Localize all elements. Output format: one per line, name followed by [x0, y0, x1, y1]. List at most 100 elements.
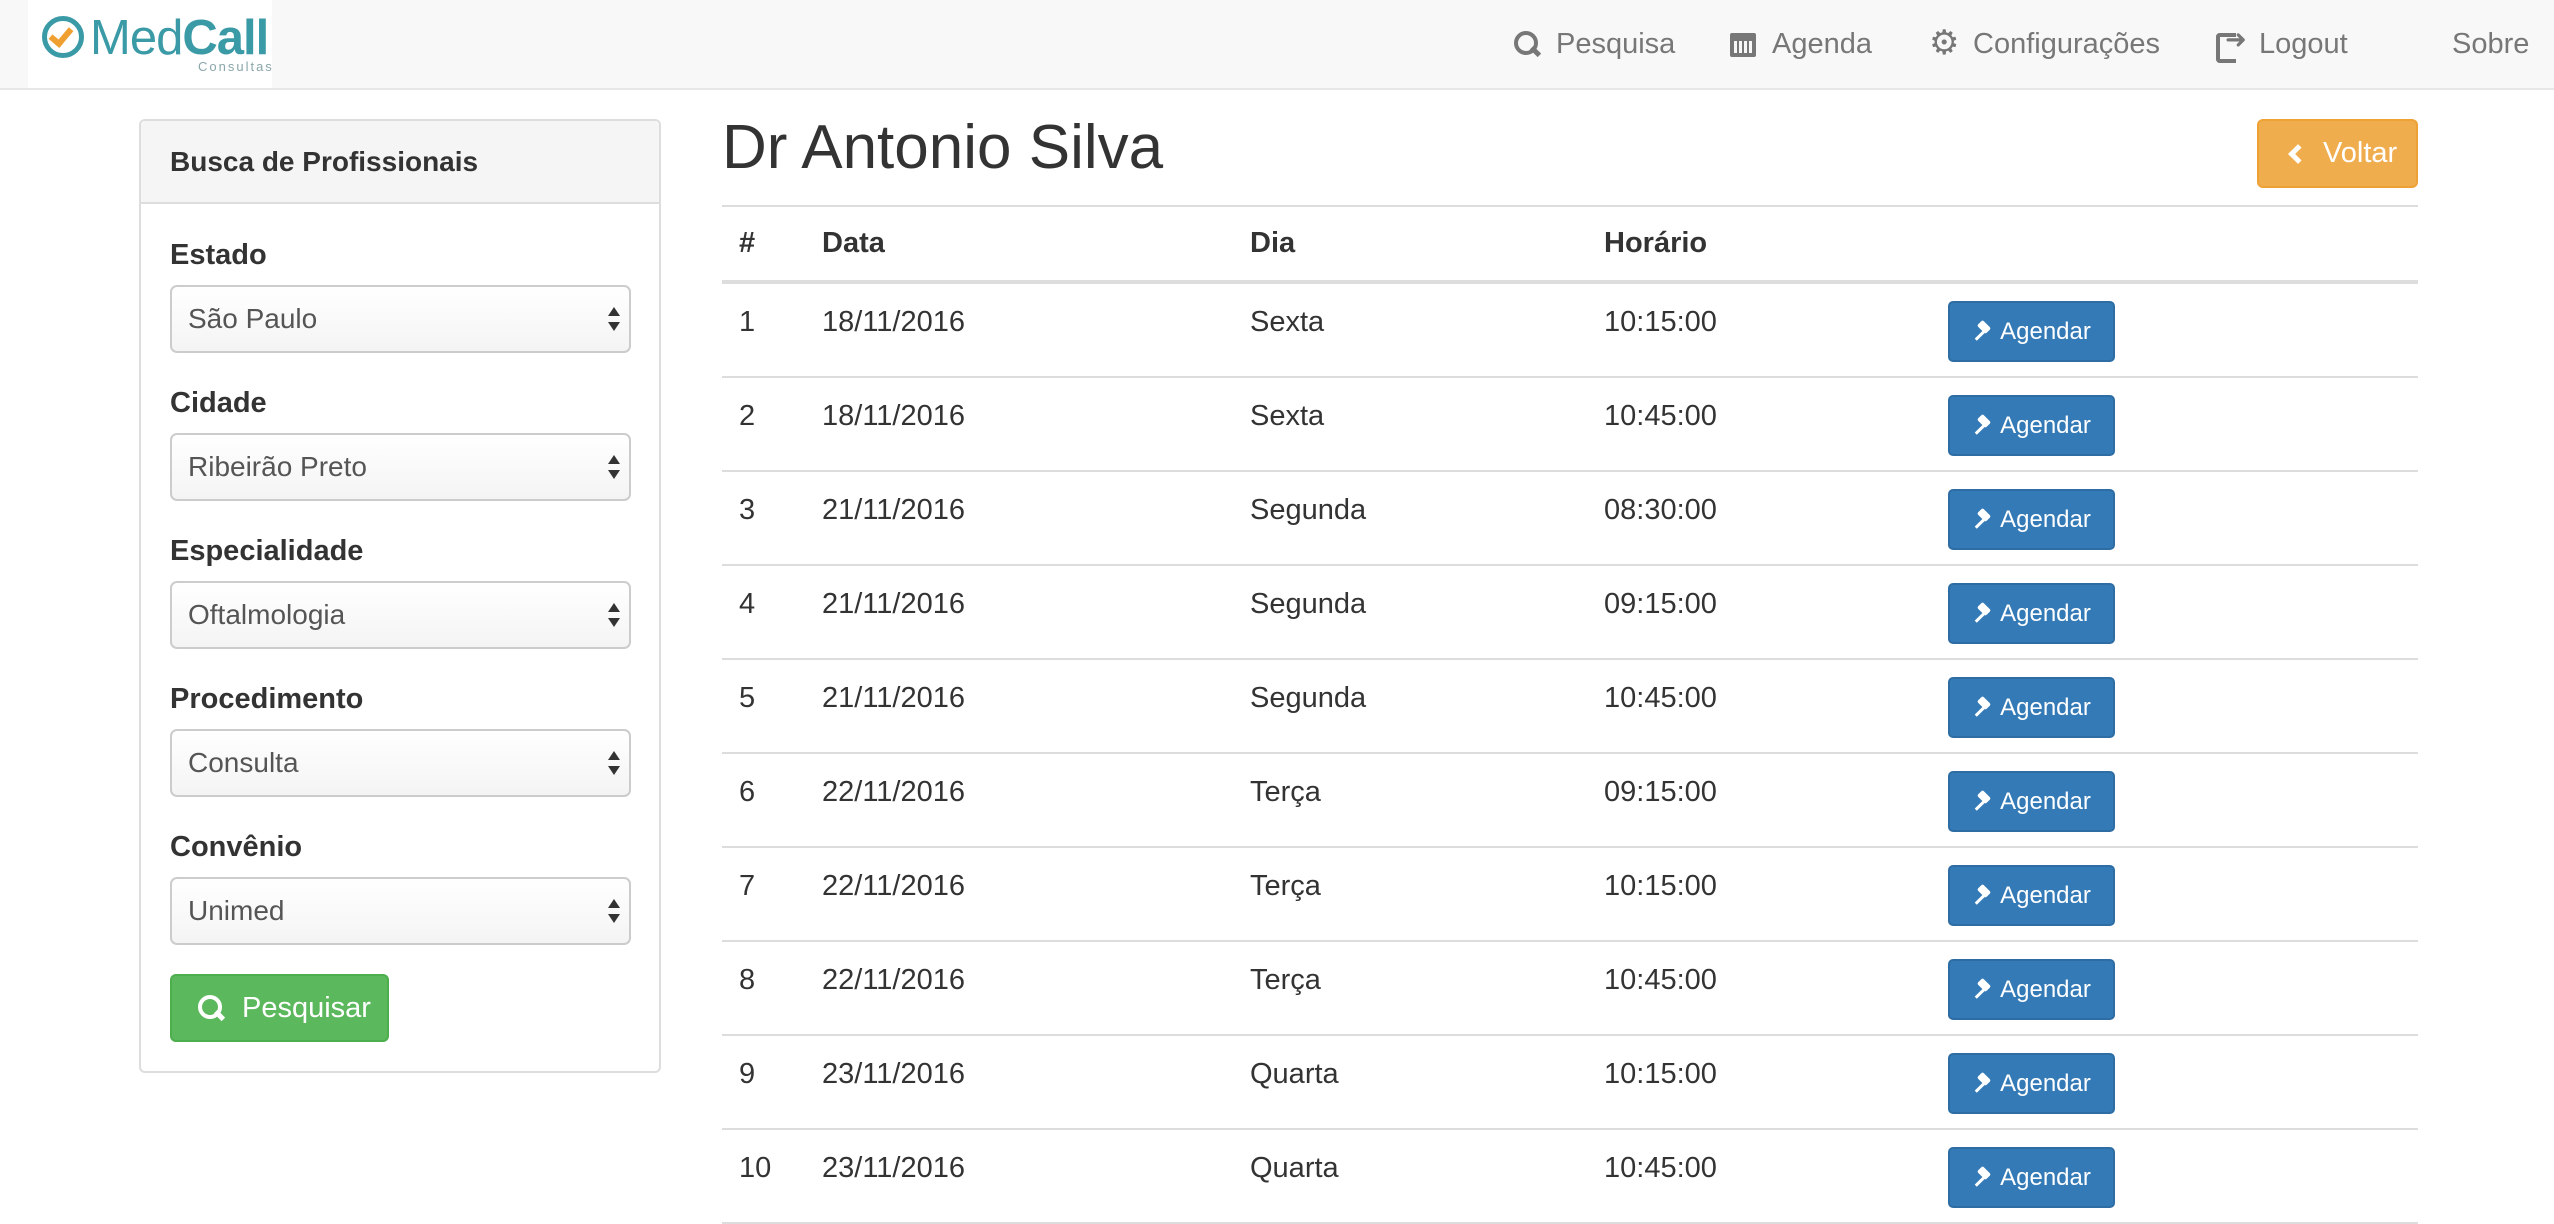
especialidade-select[interactable]: Oftalmologia [170, 581, 631, 649]
procedimento-select[interactable]: Consulta [170, 729, 631, 797]
row-time: 10:45:00 [1604, 1152, 1717, 1184]
convenio-label: Convênio [170, 831, 303, 863]
agendar-button-label: Agendar [2000, 693, 2091, 721]
table-row: 4 21/11/2016 Segunda 09:15:00 Agendar [722, 566, 2418, 660]
search-panel: Busca de Profissionais Estado São Paulo … [139, 119, 661, 1073]
info-icon [2408, 29, 2438, 59]
agendar-button[interactable]: Agendar [1948, 489, 2115, 550]
row-weekday: Segunda [1250, 588, 1367, 620]
nav-item-agenda[interactable]: Agenda [1728, 0, 1872, 88]
agendar-button-label: Agendar [2000, 787, 2091, 815]
cidade-label: Cidade [170, 387, 267, 419]
row-time: 10:45:00 [1604, 400, 1717, 432]
brand-subtitle: Consultas [198, 59, 274, 74]
table-row: 7 22/11/2016 Terça 10:15:00 Agendar [722, 848, 2418, 942]
table-row: 6 22/11/2016 Terça 09:15:00 Agendar [722, 754, 2418, 848]
column-header-data: Data [822, 227, 885, 259]
row-number: 6 [739, 776, 756, 808]
row-time: 10:15:00 [1604, 306, 1717, 338]
voltar-button-label: Voltar [2323, 137, 2398, 169]
nav-item-sobre[interactable]: Sobre [2408, 0, 2529, 88]
column-header-dia: Dia [1250, 227, 1296, 259]
especialidade-select-value: Oftalmologia [188, 599, 346, 630]
cidade-select[interactable]: Ribeirão Preto [170, 433, 631, 501]
agendar-button[interactable]: Agendar [1948, 301, 2115, 362]
estado-select[interactable]: São Paulo [170, 285, 631, 353]
logout-icon [2215, 25, 2247, 63]
top-navbar: MedCall Consultas Pesquisa Agenda Config… [0, 0, 2554, 90]
select-arrows-icon [607, 899, 621, 927]
row-date: 21/11/2016 [822, 588, 965, 620]
nav-item-label: Sobre [2452, 27, 2530, 60]
table-row: 3 21/11/2016 Segunda 08:30:00 Agendar [722, 472, 2418, 566]
brand-name: MedCall [90, 10, 269, 66]
agendar-button[interactable]: Agendar [1948, 677, 2115, 738]
agendar-button-label: Agendar [2000, 975, 2091, 1003]
row-date: 22/11/2016 [822, 870, 965, 902]
row-number: 10 [739, 1152, 772, 1184]
agendar-button-label: Agendar [2000, 881, 2091, 909]
row-date: 22/11/2016 [822, 776, 965, 808]
table-row: 9 23/11/2016 Quarta 10:15:00 Agendar [722, 1036, 2418, 1130]
row-weekday: Terça [1250, 776, 1321, 808]
row-number: 5 [739, 682, 756, 714]
row-date: 23/11/2016 [822, 1058, 965, 1090]
gear-icon [1929, 23, 1959, 63]
row-weekday: Segunda [1250, 494, 1367, 526]
brand-logo[interactable]: MedCall Consultas [28, 0, 272, 88]
row-time: 10:15:00 [1604, 870, 1717, 902]
select-arrows-icon [607, 751, 621, 779]
pesquisar-button-label: Pesquisar [242, 991, 371, 1024]
pushpin-icon [1972, 697, 1994, 719]
logo-check-icon [42, 16, 84, 58]
convenio-select-value: Unimed [188, 895, 285, 926]
table-row: 10 23/11/2016 Quarta 10:45:00 Agendar [722, 1130, 2418, 1224]
table-row: 2 18/11/2016 Sexta 10:45:00 Agendar [722, 378, 2418, 472]
agendar-button-label: Agendar [2000, 599, 2091, 627]
row-time: 10:15:00 [1604, 1058, 1717, 1090]
agendar-button[interactable]: Agendar [1948, 395, 2115, 456]
row-weekday: Segunda [1250, 682, 1367, 714]
pushpin-icon [1972, 1167, 1994, 1189]
select-arrows-icon [607, 455, 621, 483]
row-number: 8 [739, 964, 756, 996]
nav-item-configuracoes[interactable]: Configurações [1929, 0, 2160, 88]
panel-heading: Busca de Profissionais [141, 121, 659, 204]
pushpin-icon [1972, 603, 1994, 625]
pesquisar-button[interactable]: Pesquisar [170, 974, 389, 1042]
agendar-button[interactable]: Agendar [1948, 583, 2115, 644]
agendar-button[interactable]: Agendar [1948, 1053, 2115, 1114]
agendar-button[interactable]: Agendar [1948, 771, 2115, 832]
nav-item-logout[interactable]: Logout [2215, 0, 2348, 88]
pushpin-icon [1972, 415, 1994, 437]
row-weekday: Terça [1250, 964, 1321, 996]
convenio-select[interactable]: Unimed [170, 877, 631, 945]
agendar-button-label: Agendar [2000, 411, 2091, 439]
agendar-button[interactable]: Agendar [1948, 1147, 2115, 1208]
procedimento-label: Procedimento [170, 683, 364, 715]
cidade-select-value: Ribeirão Preto [188, 451, 367, 482]
table-row: 8 22/11/2016 Terça 10:45:00 Agendar [722, 942, 2418, 1036]
agendar-button-label: Agendar [2000, 1069, 2091, 1097]
pushpin-icon [1972, 885, 1994, 907]
row-number: 9 [739, 1058, 756, 1090]
select-arrows-icon [607, 603, 621, 631]
row-date: 23/11/2016 [822, 1152, 965, 1184]
row-number: 4 [739, 588, 756, 620]
voltar-button[interactable]: Voltar [2257, 119, 2418, 188]
row-weekday: Quarta [1250, 1152, 1339, 1184]
row-date: 18/11/2016 [822, 306, 965, 338]
brand-name-call: Call [182, 11, 269, 65]
chevron-left-icon [2288, 143, 2308, 164]
row-time: 09:15:00 [1604, 776, 1717, 808]
nav-item-pesquisa[interactable]: Pesquisa [1512, 0, 1675, 88]
row-time: 09:15:00 [1604, 588, 1717, 620]
page-title: Dr Antonio Silva [722, 113, 1164, 182]
agendar-button[interactable]: Agendar [1948, 959, 2115, 1020]
row-weekday: Terça [1250, 870, 1321, 902]
row-time: 10:45:00 [1604, 964, 1717, 996]
nav-item-label: Logout [2259, 27, 2348, 60]
column-header-horario: Horário [1604, 227, 1708, 259]
agendar-button-label: Agendar [2000, 317, 2091, 345]
agendar-button[interactable]: Agendar [1948, 865, 2115, 926]
